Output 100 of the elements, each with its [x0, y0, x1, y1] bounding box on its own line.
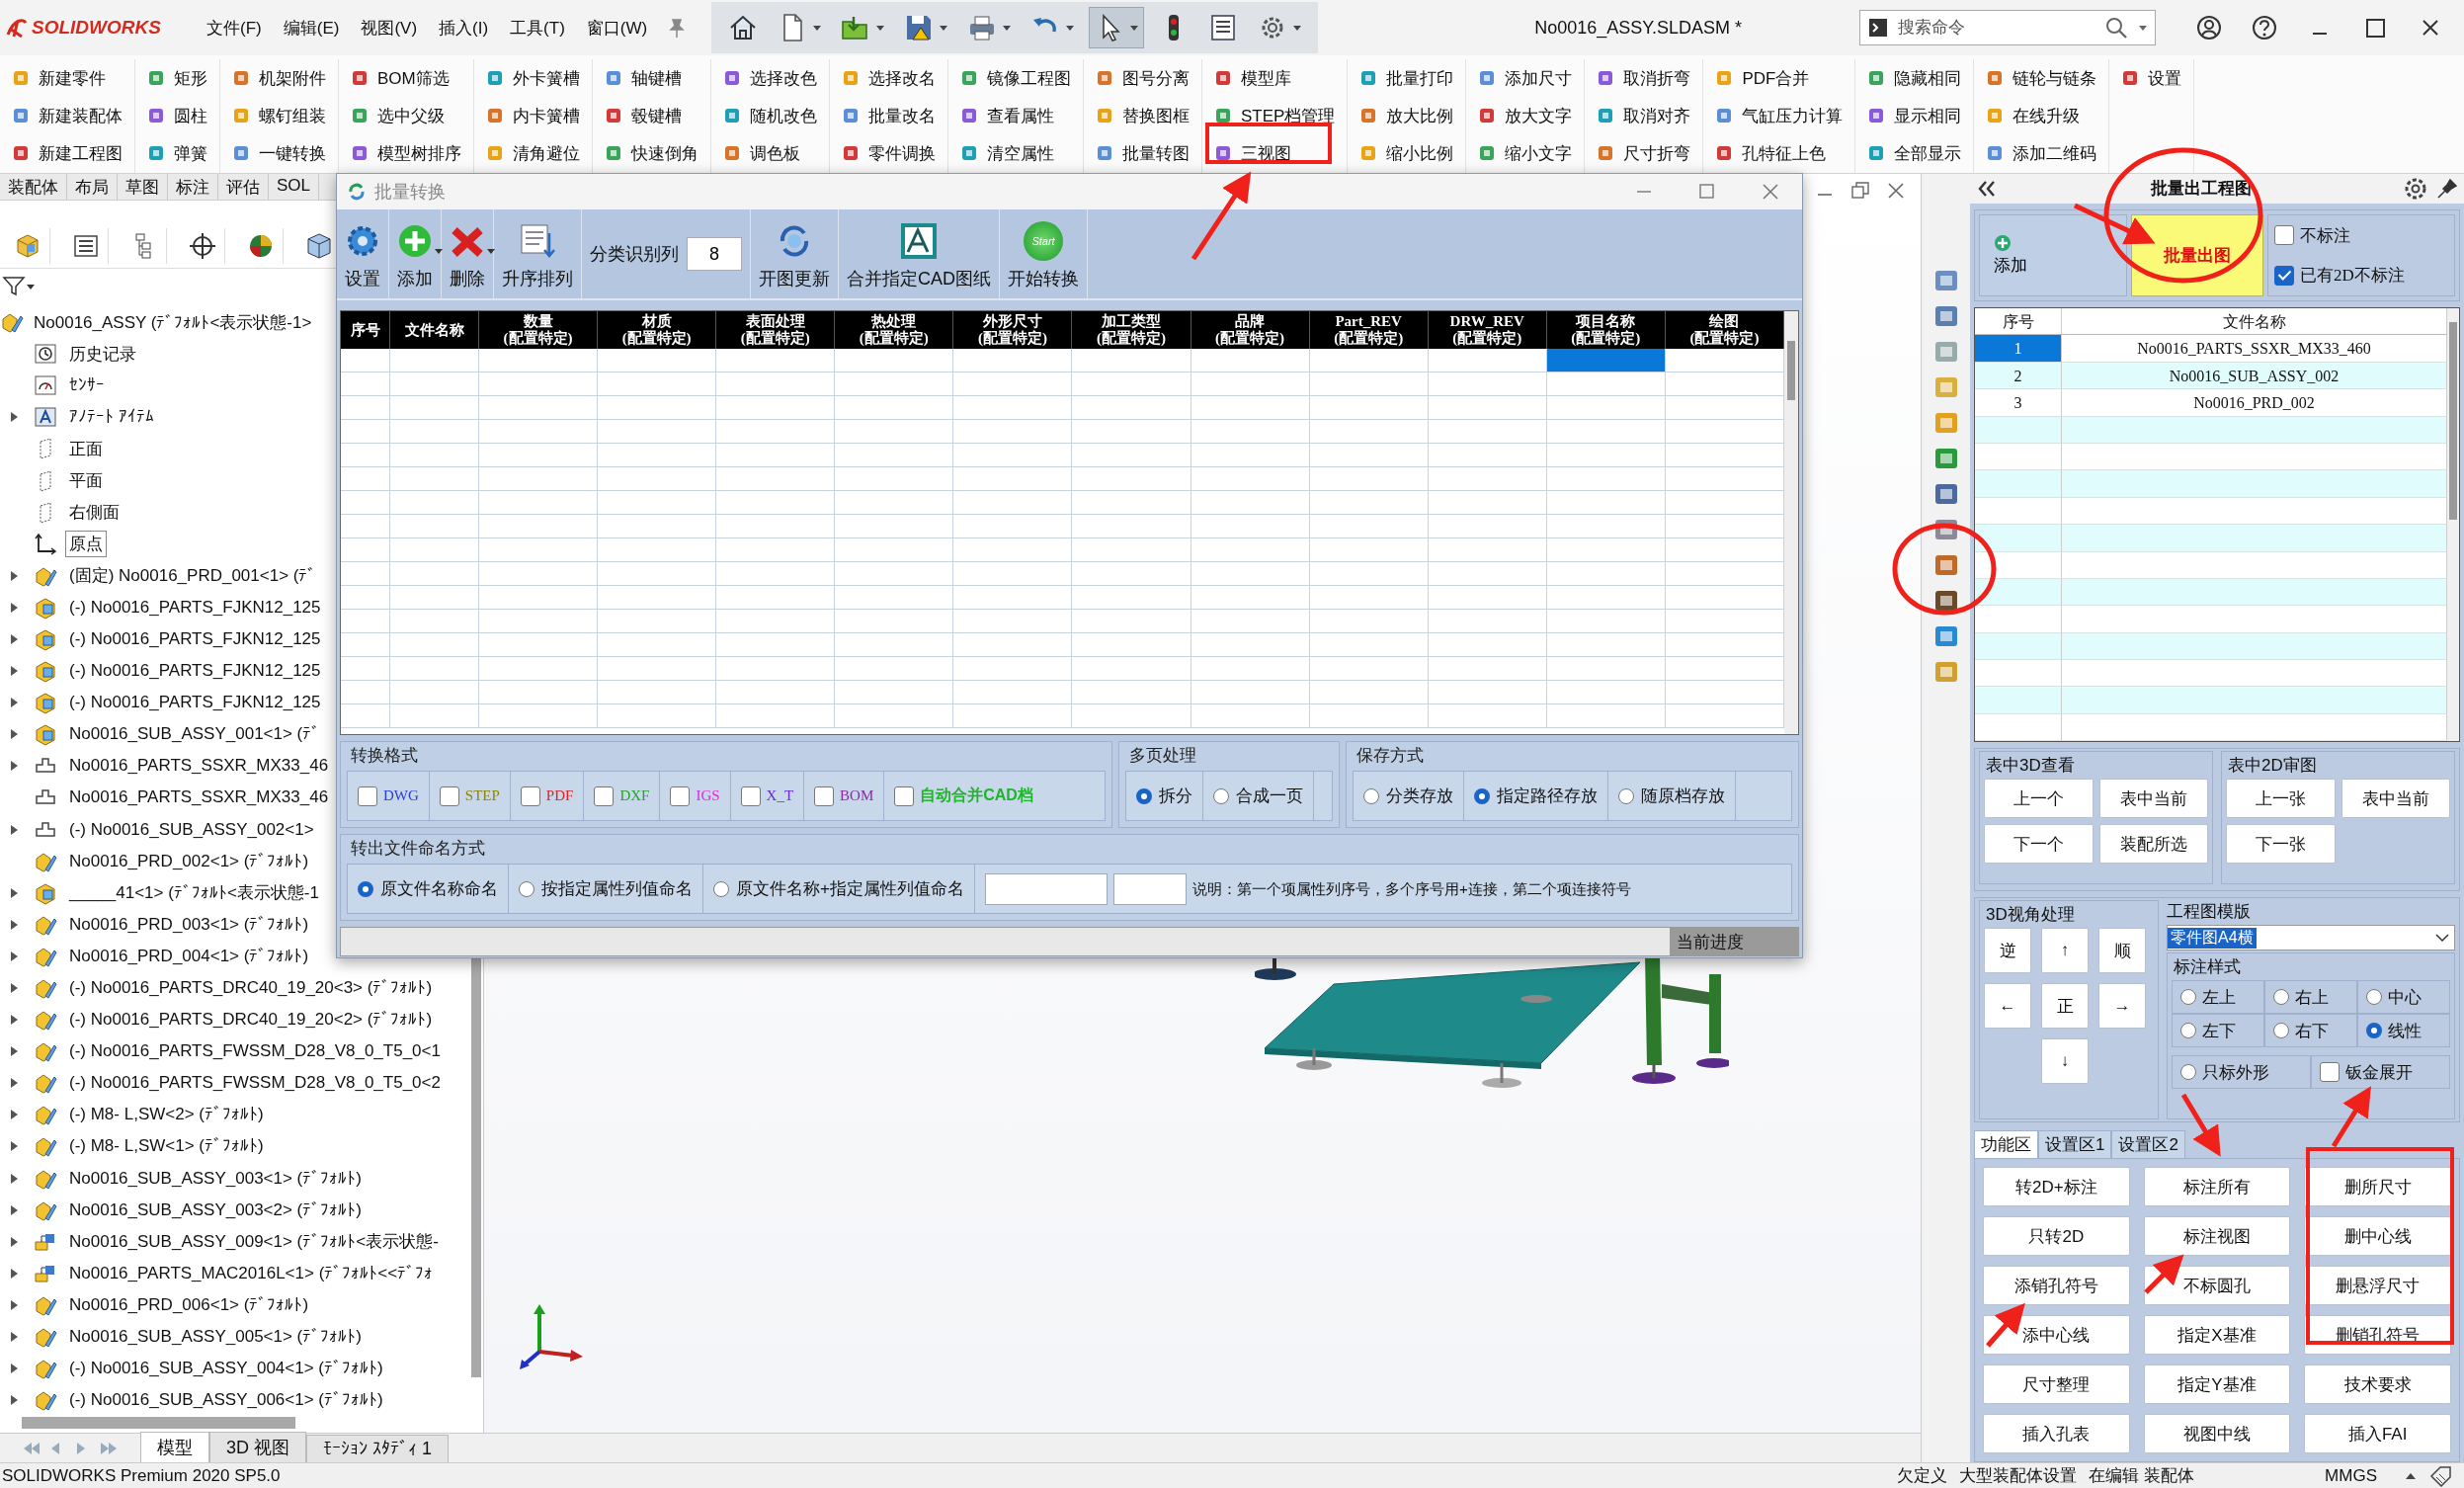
expand-arrow-icon[interactable]	[8, 1044, 20, 1059]
table-cell[interactable]	[341, 349, 390, 372]
button[interactable]: 逆	[1984, 928, 2031, 973]
table-cell[interactable]	[1309, 704, 1429, 728]
button[interactable]: →	[2098, 983, 2146, 1029]
tree-item[interactable]: No0016_PARTS_SSXR_MX33_46	[65, 785, 333, 810]
menu-item[interactable]: 窗口(W)	[579, 16, 655, 40]
table-cell[interactable]	[1428, 467, 1547, 491]
table-cell[interactable]	[341, 562, 390, 586]
ribbon-button[interactable]: 内卡簧槽	[482, 97, 584, 134]
option-cell[interactable]: 左上	[2172, 980, 2264, 1014]
table-cell[interactable]	[479, 610, 599, 633]
tree-item[interactable]: (-) No0016_PARTS_FJKN12_125	[65, 659, 325, 684]
table-cell[interactable]: No0016_PARTS_SSXR_MX33_460	[2062, 335, 2447, 363]
table-cell[interactable]	[953, 491, 1073, 515]
table-cell[interactable]	[1191, 633, 1310, 657]
radio-button[interactable]	[2180, 989, 2196, 1005]
radio-button[interactable]	[1618, 787, 1634, 804]
table-cell[interactable]	[835, 349, 954, 372]
table-cell[interactable]	[1072, 633, 1191, 657]
radio-button[interactable]	[2273, 1023, 2289, 1038]
table-cell[interactable]	[341, 586, 390, 610]
ribbon-button[interactable]: 圆柱	[143, 97, 211, 134]
table-cell[interactable]	[1428, 586, 1547, 610]
table-cell[interactable]	[835, 633, 954, 657]
table-cell[interactable]	[598, 467, 717, 491]
button[interactable]: 转2D+标注	[1983, 1167, 2130, 1206]
option-cell[interactable]: 只标外形	[2172, 1055, 2311, 1089]
ribbon-button[interactable]: 放大文字	[1474, 97, 1577, 134]
expand-arrow-icon[interactable]	[8, 1297, 20, 1312]
ribbon-button[interactable]: 镜像工程图	[956, 59, 1075, 97]
table-cell[interactable]	[1191, 562, 1310, 586]
tree-item[interactable]: No0016_SUB_ASSY_001<1> (ﾃﾞ	[65, 722, 325, 747]
ribbon-button[interactable]: 弹簧	[143, 134, 211, 172]
table-cell[interactable]	[835, 704, 954, 728]
option-cell[interactable]: 左下	[2172, 1014, 2264, 1047]
table-cell[interactable]	[953, 704, 1073, 728]
tree-item[interactable]: (-) No0016_PARTS_FJKN12_125	[65, 595, 325, 620]
table-cell[interactable]	[341, 467, 390, 491]
command-tab[interactable]: 装配体	[0, 174, 67, 200]
button[interactable]: 顺	[2098, 928, 2146, 973]
button[interactable]: 删所尺寸	[2304, 1167, 2451, 1206]
table-cell[interactable]	[390, 444, 479, 467]
ribbon-button[interactable]: 螺钉组装	[228, 97, 330, 134]
table-cell[interactable]	[1428, 396, 1547, 420]
table-cell[interactable]	[390, 586, 479, 610]
user-icon[interactable]	[2195, 14, 2223, 41]
ribbon-button[interactable]: 轴键槽	[601, 59, 702, 97]
table-cell[interactable]	[1428, 491, 1547, 515]
button[interactable]: 不标圆孔	[2143, 1266, 2291, 1305]
table-cell[interactable]	[2062, 578, 2447, 607]
table-cell[interactable]	[479, 586, 599, 610]
table-cell[interactable]	[1309, 562, 1429, 586]
radio-button[interactable]	[2180, 1064, 2196, 1080]
caret-icon[interactable]	[487, 249, 495, 255]
table-cell[interactable]	[1191, 515, 1310, 538]
table-cell[interactable]	[1546, 610, 1666, 633]
table-cell[interactable]	[2062, 551, 2447, 579]
table-cell[interactable]	[1309, 467, 1429, 491]
button[interactable]: ↓	[2041, 1038, 2089, 1084]
table-cell[interactable]	[716, 420, 836, 444]
table-cell[interactable]	[1191, 657, 1310, 681]
ribbon-button[interactable]: 调色板	[719, 134, 821, 172]
table-cell[interactable]	[1546, 491, 1666, 515]
ribbon-button[interactable]: 模型库	[1210, 59, 1340, 97]
table-cell[interactable]	[598, 396, 717, 420]
table-cell[interactable]	[341, 515, 390, 538]
ribbon-button[interactable]: 外卡簧槽	[482, 59, 584, 97]
expand-arrow-icon[interactable]	[8, 759, 20, 774]
checkbox[interactable]	[740, 785, 761, 806]
ribbon-button[interactable]: 选择改色	[719, 59, 821, 97]
tree-item[interactable]: ｱﾉﾃｰﾄ ｱｲﾃﾑ	[65, 405, 158, 430]
table-cell[interactable]	[1546, 586, 1666, 610]
ribbon-button[interactable]: 新建工程图	[8, 134, 126, 172]
tree-item[interactable]: No0016_PARTS_MAC2016L<1> (ﾃﾞﾌｫﾙﾄ<<ﾃﾞﾌｫ	[65, 1261, 438, 1285]
table-cell[interactable]	[1428, 444, 1547, 467]
ribbon-button[interactable]: 显示相同	[1863, 97, 1966, 134]
button[interactable]: 删悬浮尺寸	[2304, 1266, 2451, 1305]
tree-item[interactable]: (-) M8- L,SW<1> (ﾃﾞﾌｫﾙﾄ)	[65, 1134, 268, 1159]
caret-icon[interactable]	[1292, 24, 1303, 32]
caret-icon[interactable]	[875, 24, 886, 32]
menu-item[interactable]: 视图(V)	[354, 16, 425, 40]
expand-arrow-icon[interactable]	[8, 1393, 20, 1408]
table-cell[interactable]	[598, 657, 717, 681]
model-tab[interactable]: 模型	[140, 1432, 209, 1462]
table-cell[interactable]	[835, 657, 954, 681]
caret-icon[interactable]	[2138, 24, 2148, 32]
table-cell[interactable]	[716, 633, 836, 657]
table-cell[interactable]	[390, 633, 479, 657]
toolbar-button[interactable]: 设置	[337, 209, 389, 298]
table-cell[interactable]	[479, 467, 599, 491]
expand-arrow-icon[interactable]	[8, 1139, 20, 1154]
table-cell[interactable]	[341, 681, 390, 704]
table-cell[interactable]	[1546, 396, 1666, 420]
table-cell[interactable]	[598, 704, 717, 728]
table-cell[interactable]	[1428, 538, 1547, 562]
ribbon-button[interactable]: 图号分离	[1092, 59, 1193, 97]
toolbar-button[interactable]: 删除	[442, 209, 494, 298]
scrollbar[interactable]	[22, 1417, 295, 1429]
table-cell[interactable]	[835, 515, 954, 538]
